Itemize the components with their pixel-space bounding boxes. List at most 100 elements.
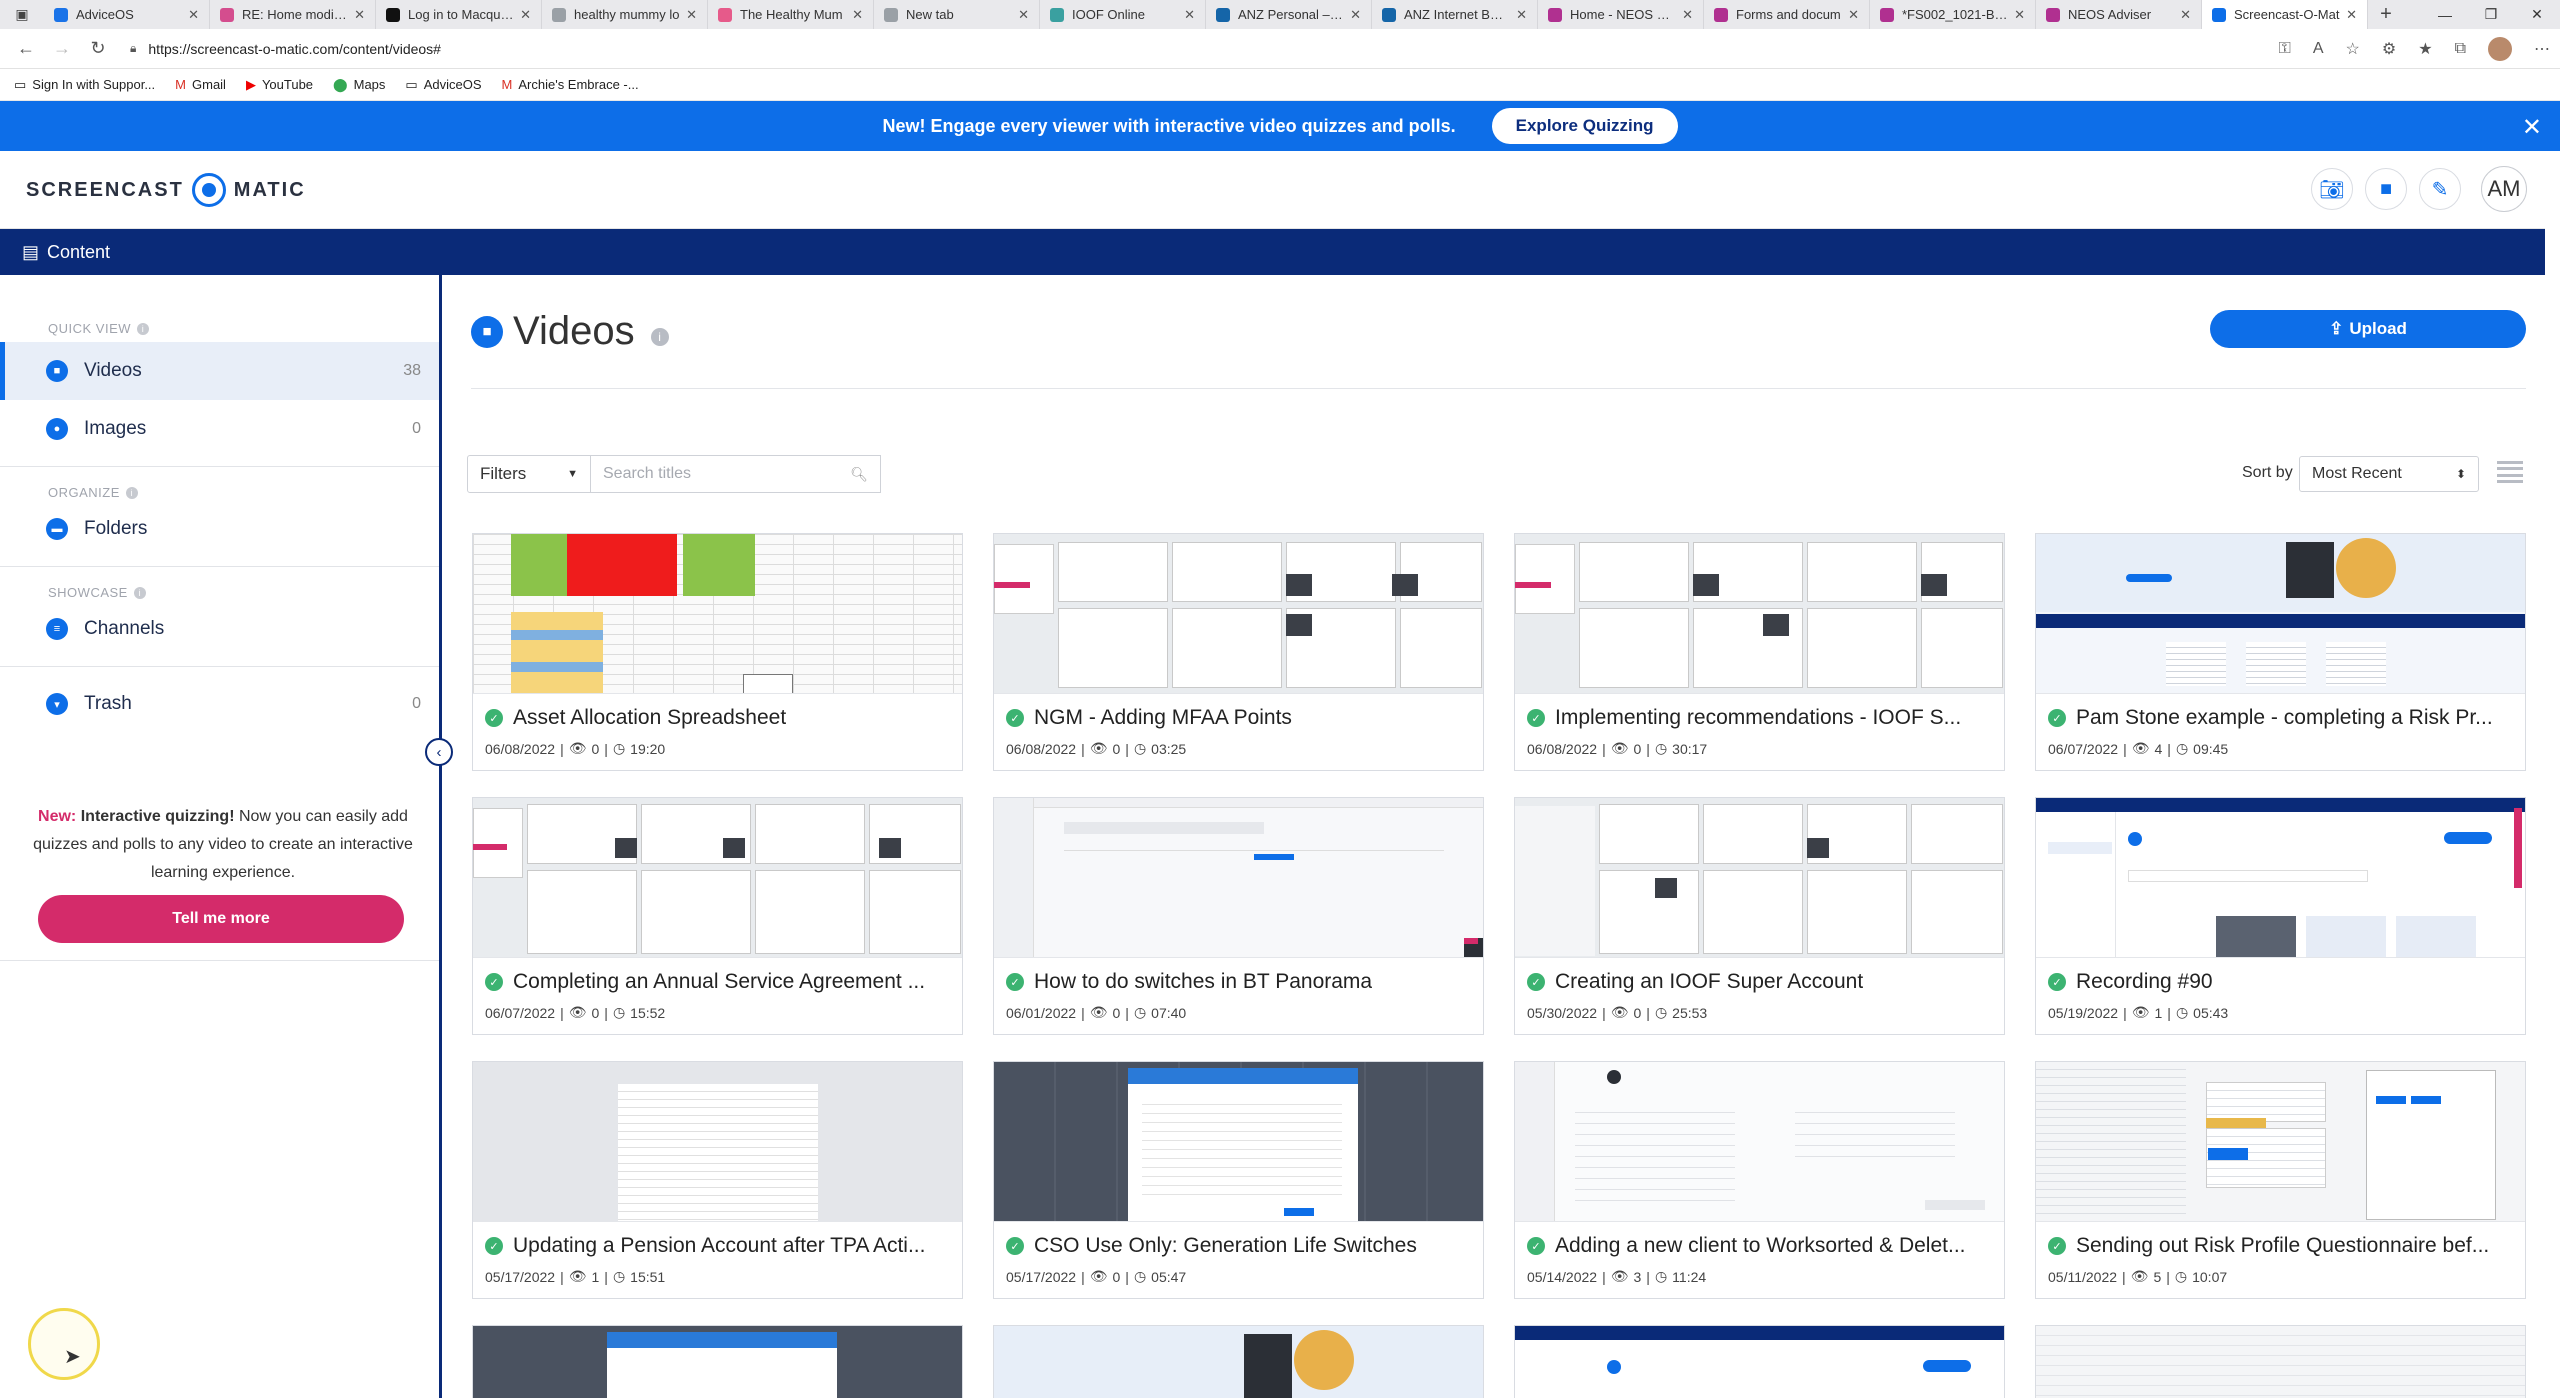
tab-close-icon[interactable]: ✕: [1848, 7, 1859, 23]
video-card[interactable]: ✓ Updating a Pension Account after TPA Ac…: [472, 1061, 963, 1299]
add-favorite-icon[interactable]: ☆: [2346, 39, 2360, 59]
tab-close-icon[interactable]: ✕: [1018, 7, 1029, 23]
tab-close-icon[interactable]: ✕: [1516, 7, 1527, 23]
video-card[interactable]: ✓ Recording #90 05/19/2022 | 👁︎ 1 | ◷ 05:43: [2035, 797, 2526, 1035]
video-title[interactable]: ✓ Updating a Pension Account after TPA Ac…: [485, 1234, 951, 1258]
bookmark[interactable]: M Gmail: [175, 77, 226, 92]
video-thumbnail[interactable]: [994, 1326, 1483, 1398]
video-thumbnail[interactable]: [994, 1062, 1483, 1222]
record-video-icon[interactable]: ■: [2365, 168, 2407, 210]
video-title[interactable]: ✓ Implementing recommendations - IOOF S..…: [1527, 706, 1993, 730]
video-title[interactable]: ✓ NGM - Adding MFAA Points: [1006, 706, 1472, 730]
tab-close-icon[interactable]: ✕: [2346, 7, 2357, 23]
video-card[interactable]: ✓ Creating an IOOF Super Account 05/30/20…: [1514, 797, 2005, 1035]
video-title[interactable]: ✓ Recording #90: [2048, 970, 2514, 994]
video-card[interactable]: [993, 1325, 1484, 1398]
video-thumbnail[interactable]: [1515, 1326, 2004, 1398]
tab-close-icon[interactable]: ✕: [852, 7, 863, 23]
tab-close-icon[interactable]: ✕: [686, 7, 697, 23]
video-thumbnail[interactable]: [2036, 534, 2525, 694]
url-field[interactable]: 🔒︎ https://screencast-o-matic.com/conten…: [130, 41, 441, 57]
tab-close-icon[interactable]: ✕: [1184, 7, 1195, 23]
bookmark[interactable]: ▭ AdviceOS: [405, 77, 481, 93]
tab-close-icon[interactable]: ✕: [354, 7, 365, 23]
profile-avatar[interactable]: [2488, 37, 2512, 61]
sidebar-item-channels[interactable]: ≡ Channels: [0, 600, 439, 658]
sort-select[interactable]: Most Recent ⬍: [2299, 456, 2479, 492]
tab-close-icon[interactable]: ✕: [2014, 7, 2025, 23]
bookmark[interactable]: M Archie's Embrace -...: [502, 77, 639, 92]
video-thumbnail[interactable]: [994, 798, 1483, 958]
browser-tab[interactable]: AdviceOS ✕: [44, 0, 210, 29]
video-thumbnail[interactable]: [473, 1326, 962, 1398]
new-tab-icon[interactable]: +: [2368, 0, 2404, 29]
bookmark[interactable]: ▶ YouTube: [246, 77, 313, 93]
explore-quizzing-button[interactable]: Explore Quizzing: [1491, 108, 1678, 144]
video-card[interactable]: [2035, 1325, 2526, 1398]
video-thumbnail[interactable]: [1515, 1062, 2004, 1222]
nav-content[interactable]: ▤ Content: [22, 242, 110, 263]
maximize-icon[interactable]: ❐: [2468, 0, 2514, 29]
search-input[interactable]: [603, 465, 851, 483]
tab-close-icon[interactable]: ✕: [1682, 7, 1693, 23]
video-card[interactable]: ✓ Implementing recommendations - IOOF S..…: [1514, 533, 2005, 771]
forward-icon[interactable]: →: [44, 38, 80, 59]
video-title[interactable]: ✓ CSO Use Only: Generation Life Switches: [1006, 1234, 1472, 1258]
tab-close-icon[interactable]: ✕: [188, 7, 199, 23]
info-icon[interactable]: i: [133, 586, 146, 599]
video-thumbnail[interactable]: [1515, 534, 2004, 694]
favorites-icon[interactable]: ★: [2418, 39, 2432, 59]
tab-close-icon[interactable]: ✕: [520, 7, 531, 23]
video-card[interactable]: ✓ Adding a new client to Worksorted & Del…: [1514, 1061, 2005, 1299]
sidebar-item-trash[interactable]: ▾ Trash 0: [0, 675, 439, 733]
browser-tab[interactable]: RE: Home modificati ✕: [210, 0, 376, 29]
video-thumbnail[interactable]: [473, 798, 962, 958]
video-card[interactable]: ✓ Pam Stone example - completing a Risk P…: [2035, 533, 2526, 771]
tell-me-more-button[interactable]: Tell me more: [38, 895, 404, 943]
video-card[interactable]: [1514, 1325, 2005, 1398]
bookmark[interactable]: ▭ Sign In with Suppor...: [14, 77, 155, 93]
tab-actions-icon[interactable]: ▣: [0, 0, 44, 29]
search-icon[interactable]: 🔍︎: [850, 466, 868, 483]
close-window-icon[interactable]: ✕: [2514, 0, 2560, 29]
video-card[interactable]: ✓ CSO Use Only: Generation Life Switches …: [993, 1061, 1484, 1299]
video-thumbnail[interactable]: [473, 534, 962, 694]
user-avatar[interactable]: AM: [2481, 166, 2527, 212]
browser-tab[interactable]: Forms and docum ✕: [1704, 0, 1870, 29]
collections-icon[interactable]: ⧉: [2455, 40, 2466, 58]
browser-tab[interactable]: healthy mummy lo ✕: [542, 0, 708, 29]
minimize-icon[interactable]: —: [2422, 0, 2468, 29]
browser-tab-active[interactable]: Screencast-O-Mat ✕: [2202, 0, 2368, 29]
info-icon[interactable]: i: [650, 327, 669, 346]
video-title[interactable]: ✓ Asset Allocation Spreadsheet: [485, 706, 951, 730]
tab-close-icon[interactable]: ✕: [1350, 7, 1361, 23]
browser-tab[interactable]: New tab ✕: [874, 0, 1040, 29]
filters-dropdown[interactable]: Filters ▼: [467, 455, 591, 493]
video-title[interactable]: ✓ Sending out Risk Profile Questionnaire …: [2048, 1234, 2514, 1258]
extensions-icon[interactable]: ⚙: [2382, 39, 2396, 59]
video-thumbnail[interactable]: [2036, 1062, 2525, 1222]
video-editor-icon[interactable]: ✎: [2419, 168, 2461, 210]
video-title[interactable]: ✓ Adding a new client to Worksorted & Del…: [1527, 1234, 1993, 1258]
browser-tab[interactable]: ANZ Internet Banki ✕: [1372, 0, 1538, 29]
video-thumbnail[interactable]: [473, 1062, 962, 1222]
video-card[interactable]: ✓ Sending out Risk Profile Questionnaire …: [2035, 1061, 2526, 1299]
sidebar-item-folders[interactable]: ▬ Folders: [0, 500, 439, 558]
browser-tab[interactable]: ANZ Personal – Ba ✕: [1206, 0, 1372, 29]
key-icon[interactable]: ⚿: [2279, 40, 2291, 58]
browser-tab[interactable]: NEOS Adviser ✕: [2036, 0, 2202, 29]
read-aloud-icon[interactable]: A: [2313, 40, 2324, 58]
reload-icon[interactable]: ↻: [80, 38, 116, 59]
upload-button[interactable]: ⇪ Upload: [2210, 310, 2526, 348]
sidebar-item-images[interactable]: ● Images 0: [0, 400, 439, 458]
video-title[interactable]: ✓ Creating an IOOF Super Account: [1527, 970, 1993, 994]
video-thumbnail[interactable]: [2036, 1326, 2525, 1398]
video-card[interactable]: ✓ How to do switches in BT Panorama 06/01…: [993, 797, 1484, 1035]
sidebar-item-videos[interactable]: ■ Videos 38: [0, 342, 439, 400]
back-icon[interactable]: ←: [8, 38, 44, 59]
video-thumbnail[interactable]: [2036, 798, 2525, 958]
screencast-logo[interactable]: SCREENCAST MATIC: [26, 173, 306, 207]
video-thumbnail[interactable]: [1515, 798, 2004, 958]
browser-tab[interactable]: Home - NEOS Life ✕: [1538, 0, 1704, 29]
list-view-icon[interactable]: [2497, 461, 2523, 483]
